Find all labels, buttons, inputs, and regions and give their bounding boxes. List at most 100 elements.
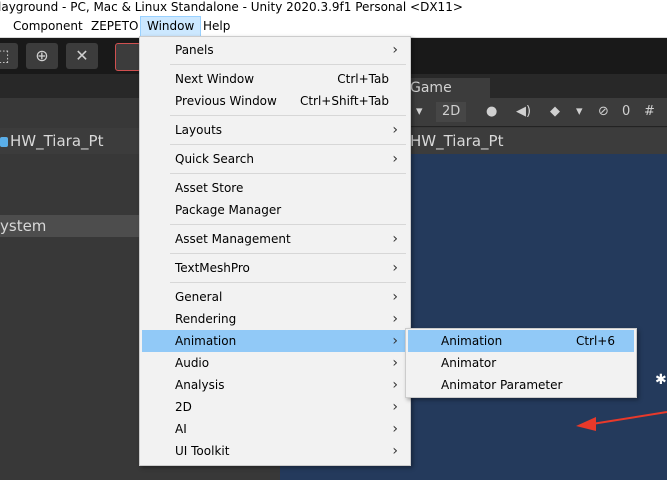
menu-item-asset-store[interactable]: Asset Store bbox=[142, 177, 408, 199]
menu-separator bbox=[170, 253, 406, 254]
hierarchy-root-label: HW_Tiara_Pt bbox=[10, 132, 104, 150]
menu-item-label: Audio bbox=[175, 356, 210, 370]
menu-item-label: Panels bbox=[175, 43, 214, 57]
hierarchy-tab-row bbox=[0, 74, 140, 98]
menu-item-audio[interactable]: Audio › bbox=[142, 352, 408, 374]
menu-item-label: 2D bbox=[175, 400, 192, 414]
menu-item-layouts[interactable]: Layouts › bbox=[142, 119, 408, 141]
custom-tool-button[interactable]: ✕ bbox=[66, 43, 98, 69]
window-title: layground - PC, Mac & Linux Standalone -… bbox=[0, 0, 463, 14]
submenu-item-shortcut: Ctrl+6 bbox=[575, 334, 615, 348]
chevron-right-icon: › bbox=[392, 260, 398, 276]
chevron-right-icon: › bbox=[392, 333, 398, 349]
submenu-item-label: Animator bbox=[441, 356, 497, 370]
chevron-right-icon: › bbox=[392, 231, 398, 247]
chevron-right-icon: › bbox=[392, 377, 398, 393]
menu-item-label: Package Manager bbox=[175, 203, 282, 217]
menu-item-analysis[interactable]: Analysis › bbox=[142, 374, 408, 396]
menu-item-label: AI bbox=[175, 422, 187, 436]
hidden-count: 0 bbox=[622, 104, 631, 119]
2d-toggle[interactable]: 2D bbox=[436, 102, 467, 122]
menu-item-rendering[interactable]: Rendering › bbox=[142, 308, 408, 330]
chevron-right-icon: › bbox=[392, 122, 398, 138]
menu-item-panels[interactable]: Panels › bbox=[142, 39, 408, 61]
menu-item-ai[interactable]: AI › bbox=[142, 418, 408, 440]
chevron-right-icon: › bbox=[392, 311, 398, 327]
menu-item-textmeshpro[interactable]: TextMeshPro › bbox=[142, 257, 408, 279]
hierarchy-system-row[interactable]: ystem bbox=[0, 215, 140, 237]
menu-item-label: Quick Search bbox=[175, 152, 254, 166]
menu-bar: Component ZEPETO Window Help bbox=[0, 16, 667, 38]
submenu-item-animator[interactable]: Animator bbox=[408, 352, 634, 374]
chevron-right-icon: › bbox=[392, 443, 398, 459]
menu-item-ui-toolkit[interactable]: UI Toolkit › bbox=[142, 440, 408, 462]
transform-tool-button[interactable]: ⊕ bbox=[26, 43, 58, 69]
menu-separator bbox=[170, 173, 406, 174]
menu-item-shortcut: Ctrl+Shift+Tab bbox=[299, 94, 389, 108]
rect-tool-icon: ⬚ bbox=[0, 46, 10, 65]
hidden-objects-icon[interactable]: ⊘ bbox=[598, 102, 609, 122]
menu-item-label: Asset Management bbox=[175, 232, 291, 246]
menu-item-label: Asset Store bbox=[175, 181, 244, 195]
window-menu: Panels › Next Window Ctrl+Tab Previous Windo… bbox=[139, 36, 411, 466]
menu-item-previous-window[interactable]: Previous Window Ctrl+Shift+Tab bbox=[142, 90, 408, 112]
menu-item-package-manager[interactable]: Package Manager bbox=[142, 199, 408, 221]
rect-tool-button[interactable]: ⬚ bbox=[0, 43, 18, 69]
game-tab-label: Game bbox=[410, 80, 452, 96]
menu-separator bbox=[170, 64, 406, 65]
menu-help[interactable]: Help bbox=[197, 16, 236, 37]
shading-dropdown-icon[interactable]: ▾ bbox=[416, 102, 423, 122]
grid-icon[interactable]: # bbox=[644, 102, 655, 122]
scene-gizmo-icon[interactable]: ✱ bbox=[655, 372, 667, 388]
tab-game[interactable]: Game bbox=[410, 78, 490, 98]
system-row-label: ystem bbox=[0, 217, 47, 235]
menu-item-next-window[interactable]: Next Window Ctrl+Tab bbox=[142, 68, 408, 90]
menu-item-label: Animation bbox=[175, 334, 237, 348]
lighting-icon[interactable]: ● bbox=[486, 102, 497, 122]
submenu-item-label: Animator Parameter bbox=[441, 378, 563, 392]
effects-dropdown-icon[interactable]: ▾ bbox=[576, 102, 583, 122]
menu-item-animation[interactable]: Animation › bbox=[142, 330, 408, 352]
audio-icon[interactable]: ◀) bbox=[516, 102, 531, 122]
edit-collider-button[interactable] bbox=[115, 43, 141, 71]
menu-item-2d[interactable]: 2D › bbox=[142, 396, 408, 418]
menu-separator bbox=[170, 224, 406, 225]
menu-window[interactable]: Window bbox=[140, 16, 202, 37]
menu-item-shortcut: Ctrl+Tab bbox=[337, 72, 389, 86]
transform-icon: ⊕ bbox=[35, 46, 49, 65]
menu-separator bbox=[170, 115, 406, 116]
menu-separator bbox=[170, 282, 406, 283]
menu-component[interactable]: Component bbox=[7, 16, 89, 37]
chevron-right-icon: › bbox=[392, 399, 398, 415]
menu-item-label: Rendering bbox=[175, 312, 237, 326]
animation-submenu: Animation Ctrl+6 Animator Animator Paramete… bbox=[405, 328, 637, 398]
chevron-right-icon: › bbox=[392, 42, 398, 58]
chevron-right-icon: › bbox=[392, 355, 398, 371]
menu-item-label: Next Window bbox=[175, 72, 255, 86]
window-title-bar: layground - PC, Mac & Linux Standalone -… bbox=[0, 0, 667, 16]
menu-item-label: TextMeshPro bbox=[175, 261, 250, 275]
scene-toolbar: ▾ 2D ● ◀) ◆ ▾ ⊘ 0 # bbox=[410, 98, 667, 127]
menu-item-label: Previous Window bbox=[175, 94, 277, 108]
annotation-arrow bbox=[576, 411, 667, 431]
menu-zepeto[interactable]: ZEPETO bbox=[85, 16, 144, 37]
effects-icon[interactable]: ◆ bbox=[550, 102, 560, 122]
menu-item-label: General bbox=[175, 290, 223, 304]
chevron-right-icon: › bbox=[392, 421, 398, 437]
tools-icon: ✕ bbox=[75, 46, 89, 65]
prefab-icon bbox=[0, 137, 8, 147]
scene-breadcrumb: HW_Tiara_Pt bbox=[410, 128, 667, 154]
submenu-item-animation[interactable]: Animation Ctrl+6 bbox=[408, 330, 634, 352]
submenu-item-label: Animation bbox=[441, 334, 503, 348]
menu-item-general[interactable]: General › bbox=[142, 286, 408, 308]
submenu-item-animator-parameter[interactable]: Animator Parameter bbox=[408, 374, 634, 396]
hierarchy-panel bbox=[0, 98, 140, 480]
menu-item-asset-management[interactable]: Asset Management › bbox=[142, 228, 408, 250]
menu-item-label: Analysis bbox=[175, 378, 225, 392]
chevron-right-icon: › bbox=[392, 151, 398, 167]
menu-separator bbox=[170, 144, 406, 145]
chevron-right-icon: › bbox=[392, 289, 398, 305]
scene-root-label[interactable]: HW_Tiara_Pt bbox=[410, 132, 503, 150]
menu-item-quick-search[interactable]: Quick Search › bbox=[142, 148, 408, 170]
hierarchy-root-item[interactable]: HW_Tiara_Pt bbox=[0, 128, 103, 154]
